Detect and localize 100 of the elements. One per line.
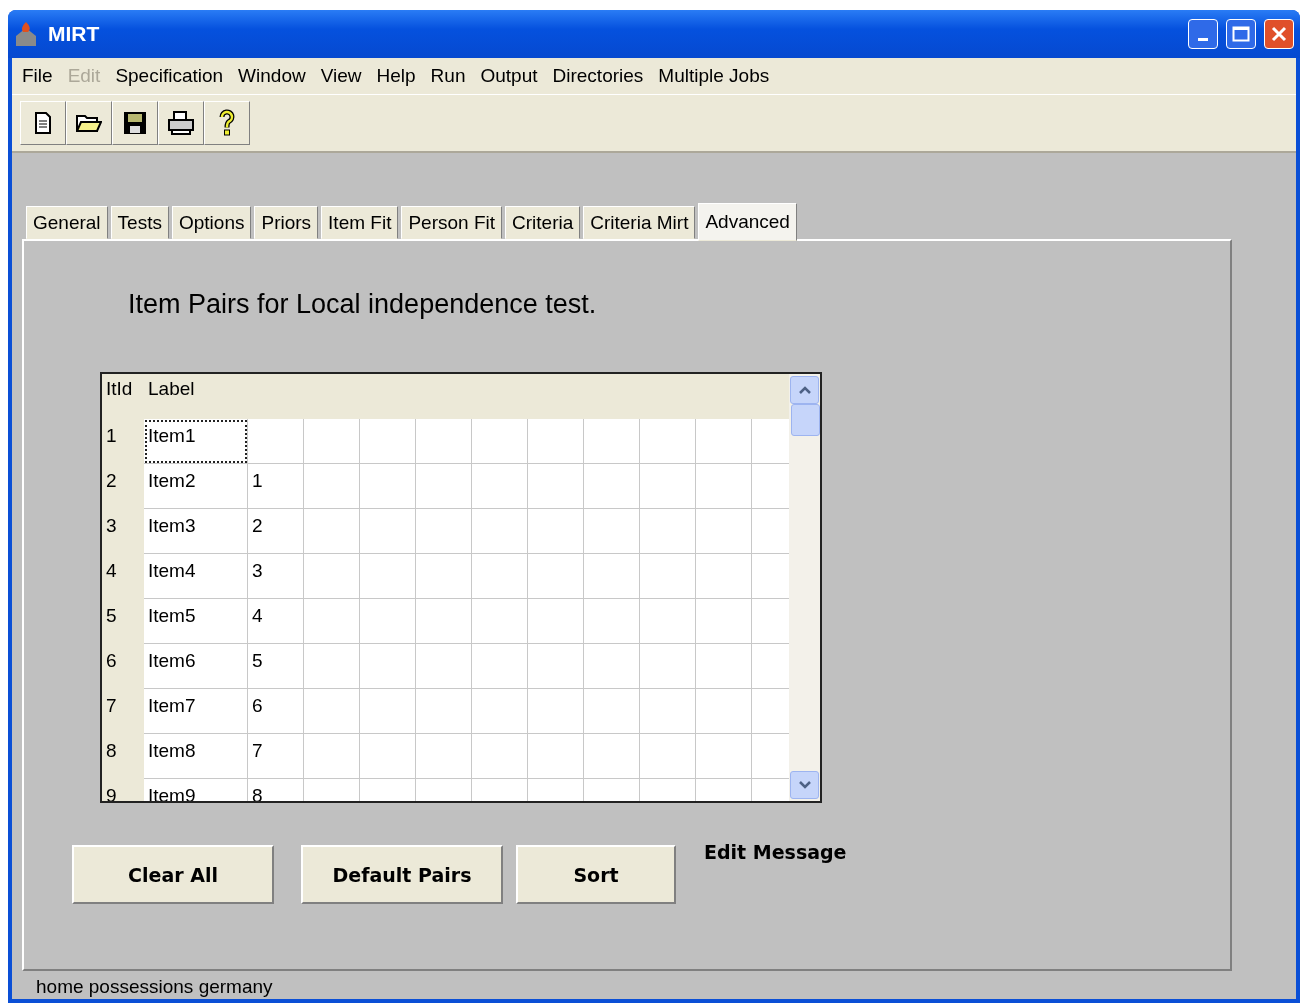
table-cell[interactable]: 5 [248, 644, 304, 689]
table-cell[interactable] [472, 734, 528, 779]
table-cell[interactable] [528, 644, 584, 689]
scroll-up-button[interactable] [790, 376, 819, 404]
table-cell[interactable] [752, 644, 789, 689]
tab[interactable]: Person Fit [401, 206, 502, 239]
table-cell[interactable] [528, 554, 584, 599]
table-cell[interactable] [472, 419, 528, 464]
maximize-button[interactable] [1226, 19, 1256, 49]
table-cell[interactable] [360, 734, 416, 779]
table-cell[interactable] [752, 464, 789, 509]
table-cell[interactable] [640, 689, 696, 734]
table-cell[interactable]: Item4 [144, 554, 248, 599]
action-button[interactable]: Clear All [72, 845, 274, 904]
menu-item[interactable]: File [18, 65, 63, 87]
table-cell[interactable] [416, 599, 472, 644]
table-cell[interactable] [640, 734, 696, 779]
action-button[interactable]: Default Pairs [301, 845, 503, 904]
table-cell[interactable] [416, 644, 472, 689]
tab[interactable]: General [26, 206, 108, 239]
table-cell[interactable] [696, 689, 752, 734]
action-button[interactable]: Sort [516, 845, 676, 904]
table-cell[interactable] [696, 419, 752, 464]
table-cell[interactable] [416, 509, 472, 554]
menu-item[interactable]: Multiple Jobs [654, 65, 780, 87]
menu-item[interactable]: View [316, 65, 372, 87]
table-cell[interactable] [528, 419, 584, 464]
tab[interactable]: Options [171, 206, 252, 239]
table-cell[interactable] [304, 509, 360, 554]
tab[interactable]: Priors [254, 206, 319, 239]
table-cell[interactable]: Item7 [144, 689, 248, 734]
table-cell[interactable] [640, 464, 696, 509]
toolbar-button[interactable] [204, 101, 250, 145]
table-cell[interactable] [248, 419, 304, 464]
table-cell[interactable] [304, 554, 360, 599]
table-cell[interactable] [640, 644, 696, 689]
toolbar-button[interactable] [66, 101, 112, 145]
scroll-down-button[interactable] [790, 771, 819, 799]
table-cell[interactable]: 6 [248, 689, 304, 734]
table-cell[interactable]: 7 [248, 734, 304, 779]
table-cell[interactable] [696, 734, 752, 779]
vertical-scrollbar[interactable] [789, 374, 820, 801]
table-cell[interactable] [640, 419, 696, 464]
table-cell[interactable]: 2 [248, 509, 304, 554]
table-cell[interactable] [528, 464, 584, 509]
table-cell[interactable] [640, 599, 696, 644]
table-cell[interactable] [584, 644, 640, 689]
table-cell[interactable] [360, 689, 416, 734]
table-cell[interactable] [360, 464, 416, 509]
table-cell[interactable] [696, 599, 752, 644]
table-cell[interactable] [416, 734, 472, 779]
toolbar-button[interactable] [112, 101, 158, 145]
table-cell[interactable] [304, 689, 360, 734]
table-cell[interactable] [528, 599, 584, 644]
table-cell[interactable] [416, 464, 472, 509]
table-cell[interactable] [360, 419, 416, 464]
table-cell[interactable] [472, 554, 528, 599]
table-cell[interactable] [584, 554, 640, 599]
toolbar-button[interactable] [158, 101, 204, 145]
table-cell[interactable] [304, 644, 360, 689]
table-cell[interactable] [752, 509, 789, 554]
table-cell[interactable] [640, 509, 696, 554]
table-cell[interactable] [304, 419, 360, 464]
table-cell[interactable] [360, 644, 416, 689]
table-cell[interactable] [416, 689, 472, 734]
table-cell[interactable]: Item5 [144, 599, 248, 644]
table-cell[interactable] [584, 599, 640, 644]
table-cell[interactable] [528, 509, 584, 554]
table-cell[interactable] [472, 464, 528, 509]
table-cell[interactable]: 4 [248, 599, 304, 644]
table-cell[interactable] [584, 509, 640, 554]
close-button[interactable] [1264, 19, 1294, 49]
table-cell[interactable] [304, 599, 360, 644]
table-cell[interactable] [304, 734, 360, 779]
tab[interactable]: Advanced [698, 203, 797, 241]
table-cell[interactable] [584, 689, 640, 734]
table-cell[interactable] [472, 644, 528, 689]
table-cell[interactable] [752, 599, 789, 644]
table-cell[interactable] [472, 509, 528, 554]
table-cell[interactable]: Item3 [144, 509, 248, 554]
table-cell[interactable]: 1 [248, 464, 304, 509]
table-cell[interactable] [416, 419, 472, 464]
table-cell[interactable] [416, 554, 472, 599]
menu-item[interactable]: Output [476, 65, 548, 87]
menu-item[interactable]: Run [426, 65, 476, 87]
menu-item[interactable]: Help [372, 65, 426, 87]
tab[interactable]: Criteria Mirt [583, 206, 696, 239]
table-cell[interactable] [360, 599, 416, 644]
tab[interactable]: Tests [110, 206, 169, 239]
table-cell[interactable]: Item2 [144, 464, 248, 509]
table-cell[interactable] [360, 554, 416, 599]
scrollbar-thumb[interactable] [791, 404, 820, 436]
table-cell[interactable] [640, 554, 696, 599]
table-cell[interactable] [752, 554, 789, 599]
table-cell[interactable] [528, 734, 584, 779]
menu-item[interactable]: Specification [111, 65, 234, 87]
menu-item[interactable]: Window [234, 65, 316, 87]
menu-item[interactable]: Directories [548, 65, 654, 87]
tab[interactable]: Item Fit [321, 206, 399, 239]
table-cell[interactable] [752, 734, 789, 779]
